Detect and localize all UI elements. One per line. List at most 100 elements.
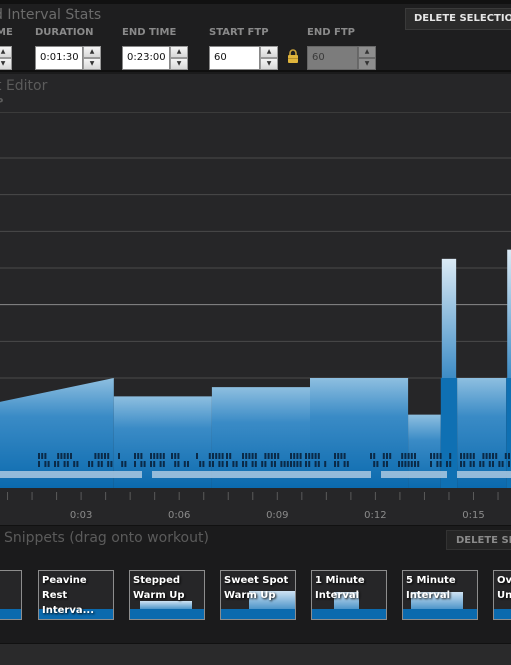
cadence-mark — [417, 461, 420, 467]
cadence-mark — [337, 461, 340, 467]
cadence-mark — [63, 453, 66, 459]
snippet-item[interactable]: Ov Un — [493, 570, 511, 620]
duration-down-icon[interactable]: ▼ — [83, 58, 101, 70]
start-ftp-input[interactable]: 60 — [209, 46, 260, 70]
end-time-down-icon[interactable]: ▼ — [170, 58, 188, 70]
snippet-item[interactable]: 1 Minute Interval — [311, 570, 387, 620]
cadence-mark — [208, 461, 211, 467]
cadence-mark — [218, 461, 221, 467]
cadence-mark — [97, 453, 100, 459]
end-time-up-icon[interactable]: ▲ — [170, 46, 188, 58]
cadence-mark — [245, 461, 248, 467]
axis-tick-label: 0:09 — [266, 510, 288, 521]
cadence-mark — [398, 461, 400, 467]
snippet-label: Sweet Spot Warm Up — [224, 575, 289, 601]
cadence-mark — [479, 461, 482, 467]
axis-tick-label: 0:06 — [168, 510, 190, 521]
start-ftp-stepper[interactable]: 60 ▲ ▼ — [209, 46, 278, 70]
cadence-mark — [439, 453, 442, 459]
end-ftp-input: 60 — [307, 46, 358, 70]
duration-up-icon[interactable]: ▲ — [83, 46, 101, 58]
cadence-mark — [433, 453, 436, 459]
end-ftp-stepper: 60 ▲ ▼ — [307, 46, 376, 70]
cadence-mark — [70, 453, 72, 459]
cadence-mark — [226, 453, 228, 459]
cadence-mark — [159, 461, 162, 467]
lock-icon[interactable] — [287, 49, 299, 63]
cadence-mark — [137, 453, 140, 459]
snippet-label: Ov Un — [497, 575, 511, 601]
cadence-mark — [94, 453, 97, 459]
snippet-item[interactable]: 5 Minute Interval — [402, 570, 478, 620]
duration-stepper[interactable]: 0:01:30 ▲ ▼ — [35, 46, 101, 70]
cadence-mark — [311, 453, 314, 459]
interval-strip-segment — [381, 471, 447, 478]
cadence-mark — [293, 461, 296, 467]
cadence-mark — [254, 461, 257, 467]
cadence-mark — [373, 453, 376, 459]
cadence-mark — [41, 453, 44, 459]
cadence-mark — [460, 453, 462, 459]
cadence-mark — [340, 453, 343, 459]
snippet-preview — [0, 609, 21, 619]
cadence-mark — [88, 461, 90, 467]
snippet-item[interactable]: Sweet Spot Warm Up — [220, 570, 296, 620]
cadence-mark — [439, 461, 442, 467]
cadence-mark — [218, 453, 221, 459]
cadence-mark — [463, 461, 466, 467]
snippet-item[interactable] — [0, 570, 22, 620]
cadence-mark — [121, 461, 124, 467]
cadence-mark — [296, 461, 299, 467]
end-time-input[interactable]: 0:23:00 — [122, 46, 170, 70]
interval-strip-segment — [0, 471, 142, 478]
time-axis: 0:030:060:090:120:150:180:210:240:270:30… — [0, 490, 511, 526]
cadence-mark — [248, 453, 251, 459]
cadence-mark — [299, 453, 302, 459]
cadence-mark — [174, 461, 177, 467]
interval-strip-segment — [457, 471, 511, 478]
start-time-stepper[interactable]: ▲ ▼ — [0, 46, 12, 70]
cadence-mark — [305, 453, 307, 459]
bottom-bar — [0, 643, 511, 665]
snippet-item[interactable]: Stepped Warm Up — [129, 570, 205, 620]
cadence-mark — [221, 461, 224, 467]
workout-chart[interactable]: 0:030:060:090:120:150:180:210:240:270:30… — [0, 74, 511, 526]
cadence-mark — [153, 461, 156, 467]
cadence-mark — [386, 461, 388, 467]
cadence-mark — [104, 453, 106, 459]
cadence-mark — [343, 453, 346, 459]
cadence-mark — [242, 461, 244, 467]
cadence-mark — [449, 453, 452, 459]
cadence-mark — [299, 461, 302, 467]
cadence-mark — [436, 453, 439, 459]
cadence-mark — [446, 461, 448, 467]
cadence-mark — [401, 461, 404, 467]
cadence-mark — [482, 461, 485, 467]
start-ftp-up-icon[interactable]: ▲ — [260, 46, 278, 58]
start-time-down-icon[interactable]: ▼ — [0, 58, 12, 70]
cadence-mark — [498, 461, 501, 467]
snippet-item[interactable]: Peavine Rest Interva... — [38, 570, 114, 620]
start-time-up-icon[interactable]: ▲ — [0, 46, 12, 58]
start-ftp-down-icon[interactable]: ▼ — [260, 58, 278, 70]
end-time-stepper[interactable]: 0:23:00 ▲ ▼ — [122, 46, 188, 70]
cadence-mark — [314, 461, 317, 467]
snippet-preview — [312, 609, 386, 619]
cadence-mark — [430, 461, 432, 467]
cadence-mark — [492, 453, 494, 459]
snippet-preview — [130, 609, 204, 619]
cadence-mark — [174, 453, 177, 459]
workout-snippets-panel: t Snippets (drag onto workout) DELETE SN… — [0, 526, 511, 646]
duration-label: DURATION — [35, 27, 94, 38]
delete-snippet-button[interactable]: DELETE SN — [446, 530, 511, 550]
cadence-mark — [208, 453, 211, 459]
cadence-mark — [229, 453, 232, 459]
cadence-mark — [463, 453, 466, 459]
cadence-mark — [270, 461, 273, 467]
delete-selection-button[interactable]: DELETE SELECTION — [405, 8, 511, 30]
cadence-mark — [407, 453, 410, 459]
cadence-mark — [370, 453, 372, 459]
duration-input[interactable]: 0:01:30 — [35, 46, 83, 70]
axis-tick-label: 0:12 — [364, 510, 386, 521]
cadence-mark — [501, 461, 504, 467]
